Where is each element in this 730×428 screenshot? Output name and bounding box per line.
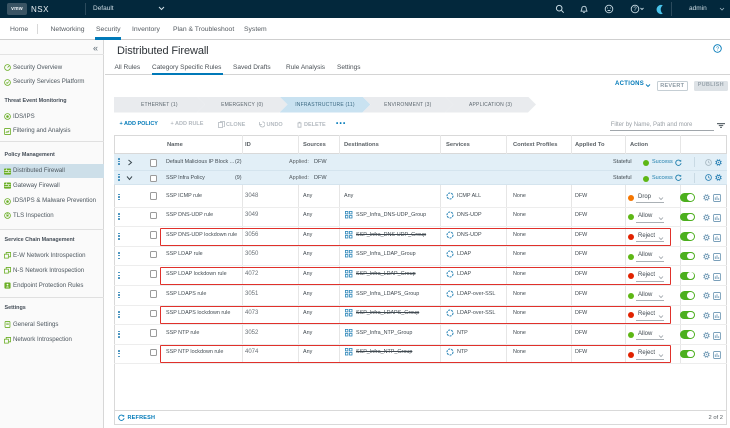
svg-text:?: ? <box>716 47 719 53</box>
